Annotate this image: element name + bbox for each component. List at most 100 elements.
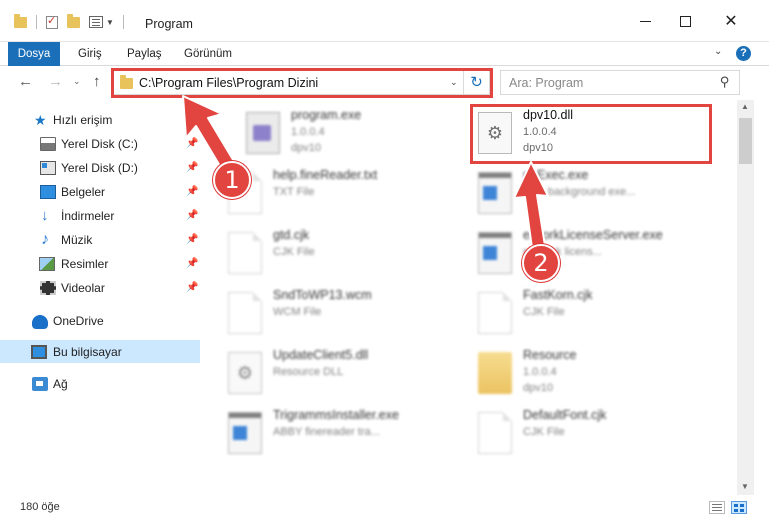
pin-icon[interactable]: 📌 bbox=[186, 138, 198, 149]
sidebar-item-local-disk-c[interactable]: Yerel Disk (C:) 📌 bbox=[0, 132, 200, 155]
pin-icon[interactable]: 📌 bbox=[186, 162, 198, 173]
file-type: CJK File bbox=[273, 246, 315, 258]
file-type: CJK File bbox=[523, 306, 565, 318]
file-type: TXT File bbox=[273, 186, 315, 198]
sidebar-item-local-disk-d[interactable]: Yerel Disk (D:) 📌 bbox=[0, 156, 200, 179]
folder-icon bbox=[478, 352, 512, 394]
tab-share[interactable]: Paylaş bbox=[127, 42, 162, 66]
pictures-icon bbox=[39, 256, 55, 271]
file-name: DefaultFont.cjk bbox=[523, 408, 607, 422]
file-item-peexec-exe[interactable]: peExec.exe BBY background exe... bbox=[451, 164, 691, 220]
search-icon[interactable]: ⚲ bbox=[720, 74, 730, 90]
tab-view[interactable]: Görünüm bbox=[184, 42, 232, 66]
file-name: gtd.cjk bbox=[273, 228, 310, 242]
scroll-down-icon[interactable]: ▼ bbox=[741, 482, 749, 491]
up-button[interactable]: ↑ bbox=[93, 73, 101, 90]
program-exe-icon bbox=[246, 112, 280, 154]
sidebar-item-documents[interactable]: Belgeler 📌 bbox=[0, 180, 200, 203]
back-button[interactable]: ← bbox=[18, 73, 33, 90]
downloads-icon: ↓ bbox=[41, 206, 49, 224]
file-description: ABBY finereader tra... bbox=[273, 426, 380, 438]
title-bar: ▼ Program ✕ bbox=[0, 0, 769, 42]
forward-button[interactable]: → bbox=[48, 73, 63, 90]
tab-file[interactable]: Dosya bbox=[8, 42, 60, 66]
file-item-trigramms-installer-exe[interactable]: TrigrammsInstaller.exe ABBY finereader t… bbox=[201, 404, 441, 460]
file-item-resource[interactable]: Resource 1.0.0.4 dpv10 bbox=[451, 344, 691, 400]
sidebar-item-label: Videolar bbox=[61, 280, 105, 295]
sidebar-item-music[interactable]: ♪ Müzik 📌 bbox=[0, 228, 200, 251]
window-title: Program bbox=[145, 17, 193, 31]
pin-icon[interactable]: 📌 bbox=[186, 234, 198, 245]
maximize-button[interactable] bbox=[670, 10, 700, 32]
file-item-network-license-server-exe[interactable]: etworkLicenseServer.exe network licens..… bbox=[451, 224, 691, 280]
properties-check-icon[interactable] bbox=[46, 14, 58, 29]
toolbar-divider bbox=[36, 15, 37, 29]
sidebar-item-label: OneDrive bbox=[53, 313, 104, 328]
dll-highlight-box bbox=[470, 104, 712, 164]
minimize-icon bbox=[639, 20, 651, 22]
pin-icon[interactable]: 📌 bbox=[186, 210, 198, 221]
file-item-fastkorn-cjk[interactable]: FastKorn.cjk CJK File bbox=[451, 284, 691, 340]
help-icon[interactable]: ? bbox=[736, 46, 751, 61]
blank-file-icon bbox=[228, 292, 262, 334]
sidebar-item-videos[interactable]: Videolar 📌 bbox=[0, 276, 200, 299]
file-name: SndToWP13.wcm bbox=[273, 288, 372, 302]
file-name: etworkLicenseServer.exe bbox=[523, 228, 663, 242]
file-type: CJK File bbox=[523, 426, 565, 438]
folder-icon[interactable] bbox=[14, 13, 27, 28]
file-item-defaultfont-cjk[interactable]: DefaultFont.cjk CJK File bbox=[451, 404, 691, 460]
sidebar-item-downloads[interactable]: ↓ İndirmeler 📌 bbox=[0, 204, 200, 227]
minimize-button[interactable] bbox=[630, 10, 660, 32]
sidebar-item-label: Yerel Disk (C:) bbox=[61, 136, 138, 151]
pin-icon[interactable]: 📌 bbox=[186, 258, 198, 269]
file-description: dpv10 bbox=[291, 142, 321, 154]
file-type: Resource DLL bbox=[273, 366, 344, 378]
close-button[interactable]: ✕ bbox=[716, 10, 746, 32]
sidebar-item-pictures[interactable]: Resimler 📌 bbox=[0, 252, 200, 275]
exe-file-icon bbox=[228, 412, 262, 454]
tiles-view-icon[interactable] bbox=[731, 501, 747, 514]
sidebar-item-label: Müzik bbox=[61, 232, 93, 247]
file-item-sndtowp13-wcm[interactable]: SndToWP13.wcm WCM File bbox=[201, 284, 441, 340]
details-view-icon[interactable] bbox=[709, 501, 725, 514]
item-count: 180 öğe bbox=[20, 501, 60, 513]
videos-icon bbox=[40, 280, 56, 295]
file-item-program-exe[interactable]: program.exe 1.0.0.4 dpv10 bbox=[219, 104, 459, 160]
file-item-updateclient5-dll[interactable]: ⚙ UpdateClient5.dll Resource DLL bbox=[201, 344, 441, 400]
vertical-scrollbar[interactable]: ▲ ▼ bbox=[737, 100, 754, 495]
documents-icon bbox=[40, 184, 56, 199]
file-name: UpdateClient5.dll bbox=[273, 348, 369, 362]
file-name: Resource bbox=[523, 348, 577, 362]
network-icon bbox=[32, 376, 48, 391]
file-item-gtd-cjk[interactable]: gtd.cjk CJK File bbox=[201, 224, 441, 280]
exe-file-icon bbox=[478, 172, 512, 214]
search-input[interactable]: Ara: Program ⚲ bbox=[500, 70, 740, 95]
status-bar: 180 öğe bbox=[0, 495, 769, 530]
local-disk-d-icon bbox=[40, 160, 56, 175]
ribbon: Dosya Giriş Paylaş Görünüm ⌄ ? bbox=[0, 42, 769, 66]
sidebar-item-label: Hızlı erişim bbox=[53, 112, 113, 127]
sidebar-item-onedrive[interactable]: OneDrive bbox=[0, 309, 200, 332]
sidebar-item-this-pc[interactable]: Bu bilgisayar bbox=[0, 340, 200, 363]
file-name: program.exe bbox=[291, 108, 362, 122]
file-description: dpv10 bbox=[523, 382, 553, 394]
sidebar-item-network[interactable]: Ağ bbox=[0, 372, 200, 395]
scroll-thumb[interactable] bbox=[739, 118, 752, 164]
dll-gear-icon: ⚙ bbox=[228, 352, 262, 394]
sidebar-item-quick-access[interactable]: ★ Hızlı erişim bbox=[0, 108, 200, 131]
new-folder-icon[interactable] bbox=[67, 13, 80, 28]
sidebar-item-label: Yerel Disk (D:) bbox=[61, 160, 138, 175]
local-disk-c-icon bbox=[40, 136, 56, 151]
music-icon: ♪ bbox=[41, 230, 49, 248]
navigation-pane: ★ Hızlı erişim Yerel Disk (C:) 📌 Yerel D… bbox=[0, 100, 201, 495]
blank-file-icon bbox=[228, 232, 262, 274]
file-version: 1.0.0.4 bbox=[523, 366, 557, 378]
expand-ribbon-icon[interactable]: ⌄ bbox=[714, 46, 722, 57]
recent-locations-icon[interactable]: ⌄ bbox=[73, 76, 81, 87]
properties-icon[interactable] bbox=[89, 16, 103, 28]
customize-toolbar-caret-icon[interactable]: ▼ bbox=[106, 18, 114, 27]
pin-icon[interactable]: 📌 bbox=[186, 186, 198, 197]
pin-icon[interactable]: 📌 bbox=[186, 282, 198, 293]
tab-home[interactable]: Giriş bbox=[78, 42, 102, 66]
scroll-up-icon[interactable]: ▲ bbox=[741, 102, 749, 111]
